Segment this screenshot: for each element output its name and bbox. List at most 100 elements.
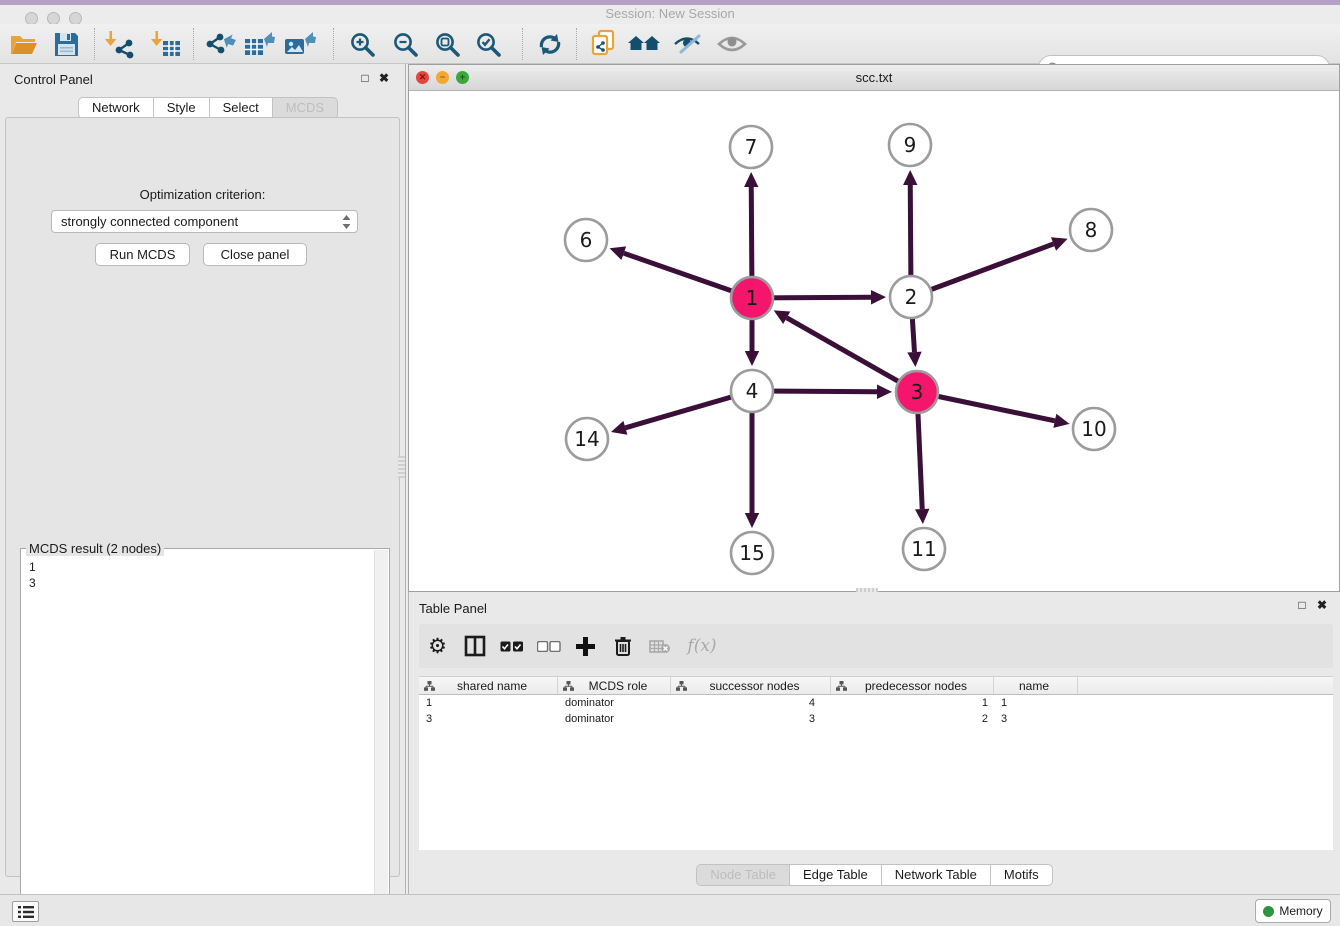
function-builder-button[interactable]: f(x) xyxy=(678,636,726,656)
create-column-button[interactable] xyxy=(567,637,604,656)
table-header-row: shared nameMCDS rolesuccessor nodesprede… xyxy=(419,676,1333,695)
edge-arrow-1-2 xyxy=(871,290,886,304)
mcds-result-item[interactable]: 3 xyxy=(29,575,375,591)
mcds-result-list[interactable]: 13 xyxy=(22,556,375,923)
column-hierarchy-icon xyxy=(563,681,574,691)
zoom-selected-button[interactable] xyxy=(470,27,506,61)
node-label-1: 1 xyxy=(746,286,759,310)
app-title-bar: Session: New Session xyxy=(0,5,1340,24)
table-settings-button[interactable]: ⚙ xyxy=(419,634,456,659)
import-network-button[interactable] xyxy=(102,27,138,61)
tab-network-table[interactable]: Network Table xyxy=(882,864,991,886)
tab-node-table[interactable]: Node Table xyxy=(696,864,790,886)
column-header-filler xyxy=(1078,677,1333,694)
toolbar-separator xyxy=(193,28,194,60)
criterion-dropdown[interactable]: strongly connected component xyxy=(51,210,358,233)
tab-mcds[interactable]: MCDS xyxy=(273,97,338,119)
cell-predecessor-nodes[interactable]: 1 xyxy=(831,695,994,711)
open-file-button[interactable] xyxy=(6,27,42,61)
column-header-1[interactable]: MCDS role xyxy=(558,677,671,694)
table-row[interactable]: 3dominator323 xyxy=(419,711,1333,727)
zoom-out-button[interactable] xyxy=(387,27,423,61)
edge-arrow-2-3 xyxy=(907,352,921,367)
save-icon xyxy=(53,31,80,58)
column-header-label: name xyxy=(999,679,1077,693)
node-label-4: 4 xyxy=(746,379,759,403)
import-table-button[interactable] xyxy=(148,27,184,61)
show-columns-button[interactable] xyxy=(456,635,493,657)
vertical-splitter-handle[interactable] xyxy=(398,456,405,478)
tab-motifs[interactable]: Motifs xyxy=(991,864,1053,886)
table-tabs: Node Table Edge Table Network Table Moti… xyxy=(409,864,1340,886)
column-header-0[interactable]: shared name xyxy=(419,677,558,694)
delete-table-button[interactable] xyxy=(641,639,678,654)
tab-style[interactable]: Style xyxy=(154,97,210,119)
node-label-10: 10 xyxy=(1081,417,1106,441)
hide-selection-button[interactable] xyxy=(670,27,706,61)
node-label-11: 11 xyxy=(911,537,936,561)
table-row[interactable]: 1dominator411 xyxy=(419,695,1333,711)
export-network-button[interactable] xyxy=(203,27,239,61)
close-table-panel-icon[interactable]: ✖ xyxy=(1314,597,1330,613)
cell-MCDS-role[interactable]: dominator xyxy=(558,711,671,727)
column-hierarchy-icon xyxy=(676,681,687,691)
main-toolbar xyxy=(0,24,1340,64)
edge-arrow-1-7 xyxy=(744,172,758,187)
export-table-button[interactable] xyxy=(242,27,278,61)
cell-shared-name[interactable]: 3 xyxy=(419,711,558,727)
delete-column-button[interactable] xyxy=(604,636,641,656)
cell-predecessor-nodes[interactable]: 2 xyxy=(831,711,994,727)
cell-name[interactable]: 3 xyxy=(994,711,1078,727)
table-body: 1dominator4113dominator323 xyxy=(419,695,1333,850)
mcds-result-item[interactable]: 1 xyxy=(29,559,375,575)
edge-3-1[interactable] xyxy=(787,318,917,392)
cell-shared-name[interactable]: 1 xyxy=(419,695,558,711)
select-all-columns-button[interactable] xyxy=(493,641,530,652)
table-toolbar: ⚙ f(x) xyxy=(419,624,1333,668)
result-scrollbar[interactable] xyxy=(374,550,388,923)
float-panel-icon[interactable]: □ xyxy=(357,70,373,86)
status-bar: Memory xyxy=(0,894,1340,926)
column-header-4[interactable]: name xyxy=(994,677,1078,694)
close-panel-icon[interactable]: ✖ xyxy=(376,70,392,86)
cell-successor-nodes[interactable]: 4 xyxy=(671,695,831,711)
cell-MCDS-role[interactable]: dominator xyxy=(558,695,671,711)
cell-name[interactable]: 1 xyxy=(994,695,1078,711)
run-mcds-button[interactable]: Run MCDS xyxy=(95,243,190,266)
node-label-15: 15 xyxy=(739,541,764,565)
refresh-icon xyxy=(536,31,564,58)
mcds-panel: Optimization criterion: strongly connect… xyxy=(5,117,400,877)
export-image-button[interactable] xyxy=(282,27,318,61)
tab-network[interactable]: Network xyxy=(78,97,154,119)
apply-layout-button[interactable] xyxy=(626,27,662,61)
network-graph: 1234678910111415 xyxy=(410,91,1338,591)
optimization-criterion-label: Optimization criterion: xyxy=(6,187,399,202)
memory-label: Memory xyxy=(1279,904,1322,918)
edge-arrow-4-15 xyxy=(745,513,759,528)
table-panel-title: Table Panel xyxy=(419,601,487,616)
unselect-all-columns-button[interactable] xyxy=(530,641,567,652)
new-network-from-selection-button[interactable] xyxy=(586,27,622,61)
column-header-2[interactable]: successor nodes xyxy=(671,677,831,694)
column-header-3[interactable]: predecessor nodes xyxy=(831,677,994,694)
column-hierarchy-icon xyxy=(836,681,847,691)
edge-2-8[interactable] xyxy=(911,244,1054,297)
refresh-button[interactable] xyxy=(532,27,568,61)
cell-successor-nodes[interactable]: 3 xyxy=(671,711,831,727)
tab-select[interactable]: Select xyxy=(210,97,273,119)
node-label-9: 9 xyxy=(904,133,917,157)
zoom-in-button[interactable] xyxy=(344,27,380,61)
home-houses-icon xyxy=(627,31,661,57)
memory-status-icon xyxy=(1263,906,1274,917)
memory-button[interactable]: Memory xyxy=(1255,899,1331,923)
delete-table-icon xyxy=(649,639,671,654)
show-all-button[interactable] xyxy=(714,27,750,61)
close-panel-button[interactable]: Close panel xyxy=(203,243,307,266)
zoom-fit-button[interactable] xyxy=(429,27,465,61)
tab-edge-table[interactable]: Edge Table xyxy=(790,864,882,886)
task-history-button[interactable] xyxy=(12,901,39,922)
float-table-panel-icon[interactable]: □ xyxy=(1294,597,1310,613)
network-canvas[interactable]: 1234678910111415 xyxy=(410,91,1338,591)
zoom-selected-icon xyxy=(475,31,502,58)
save-session-button[interactable] xyxy=(48,27,84,61)
